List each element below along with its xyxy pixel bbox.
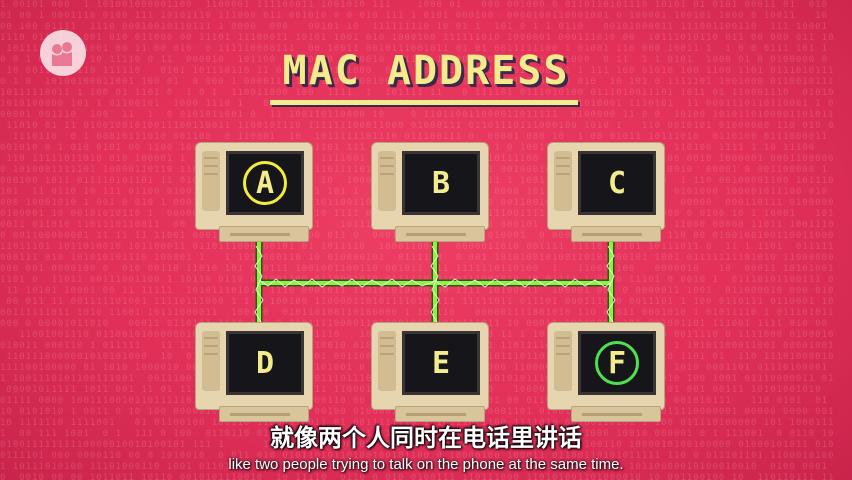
computer-label-f: F [607, 345, 627, 381]
computer-d: D [195, 322, 313, 422]
computer-c: C [547, 142, 665, 242]
computer-label-a: A [255, 165, 275, 201]
computer-label-e: E [431, 345, 451, 381]
highlight-ring-f: F [595, 341, 639, 385]
computer-a: A [195, 142, 313, 242]
subtitle-english: like two people trying to talk on the ph… [228, 456, 624, 473]
computer-e: E [371, 322, 489, 422]
computer-b: B [371, 142, 489, 242]
computer-label-d: D [255, 345, 275, 381]
computer-f: F [547, 322, 665, 422]
subtitle-chinese: 就像两个人同时在电话里讲话 [270, 424, 582, 452]
computer-label-b: B [431, 165, 451, 201]
computer-label-c: C [607, 165, 627, 201]
highlight-ring-a: A [243, 161, 287, 205]
